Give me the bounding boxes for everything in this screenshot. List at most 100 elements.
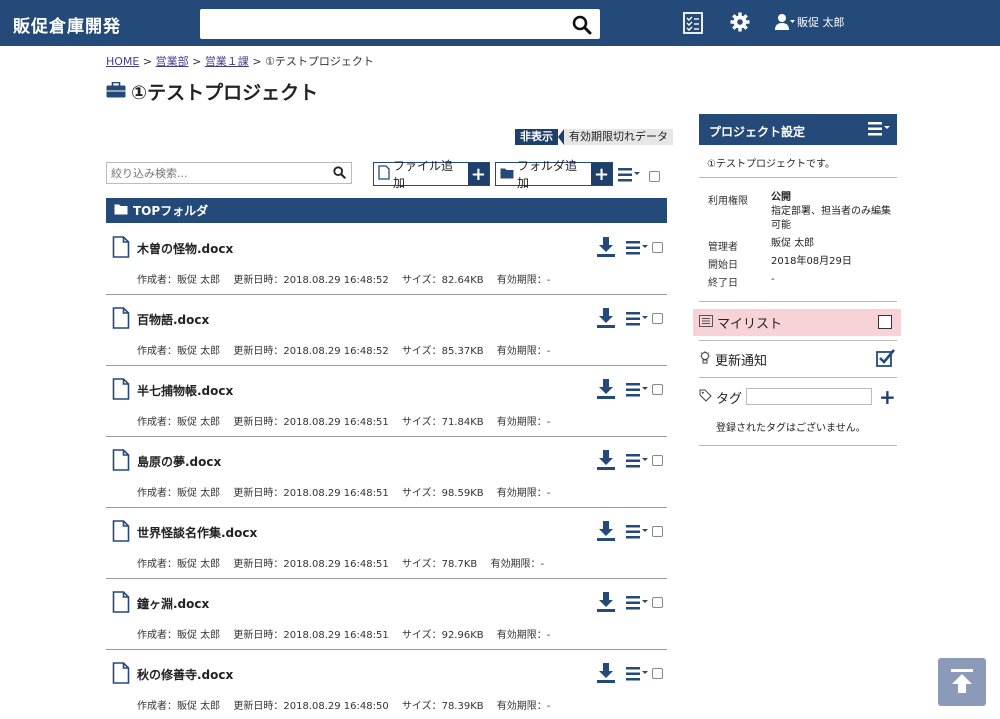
mylist-checkbox[interactable] [878,315,892,329]
breadcrumb-separator: > [192,55,202,68]
end-date-key: 終了日 [708,278,738,289]
download-icon[interactable] [597,308,615,331]
permission-value: 公開 [771,192,791,203]
file-meta: 作成者：販促 太郎 更新日時：2018.08.29 16:48:51 サイズ：9… [137,488,551,499]
user-name[interactable]: 販促 太郎 [797,14,845,30]
tag-empty-message: 登録されたタグはございません。 [716,423,866,434]
file-select-checkbox[interactable] [652,668,663,679]
folder-icon [500,167,514,182]
file-meta: 作成者：販促 太郎 更新日時：2018.08.29 16:48:51 サイズ：7… [137,559,545,570]
file-name[interactable]: 島原の夢.docx [137,453,221,470]
notify-label: 更新通知 [715,354,768,369]
download-icon[interactable] [597,450,615,473]
file-menu-icon[interactable] [626,454,648,471]
file-name[interactable]: 百物語.docx [137,311,209,328]
mylist-label: マイリスト [717,317,783,332]
project-description: ①テストプロジェクトです。 [707,159,835,170]
file-menu-icon[interactable] [626,596,648,613]
tag-row: タグ [699,388,742,407]
folder-name: TOPフォルダ [133,204,209,218]
file-name[interactable]: 半七捕物帳.docx [137,382,233,399]
download-icon[interactable] [597,521,615,544]
file-icon [112,662,130,687]
breadcrumb: HOME > 営業部 > 営業１課 > ①テストプロジェクト [106,53,374,69]
expired-data-label: 有効期限切れデータ [564,129,673,145]
file-icon [112,307,130,332]
file-select-checkbox[interactable] [652,597,663,608]
file-name[interactable]: 木曽の怪物.docx [137,240,233,257]
arrow-up-icon [951,668,973,696]
add-file-label: ファイル追加 [393,159,454,190]
gear-icon[interactable] [730,12,750,35]
search-icon[interactable] [333,166,346,182]
file-name[interactable]: 秋の修善寺.docx [137,666,233,683]
end-date-value: - [771,274,775,285]
divider [699,301,897,302]
download-icon[interactable] [597,379,615,402]
breadcrumb-separator: > [142,55,153,68]
folder-icon [114,203,128,218]
tag-icon [699,389,712,406]
search-icon[interactable] [572,15,592,38]
select-all-checkbox[interactable] [649,171,660,182]
admin-value: 販促 太郎 [771,238,815,249]
start-date-key: 開始日 [708,260,738,271]
tag-input-box [746,388,872,405]
file-select-checkbox[interactable] [652,455,663,466]
plus-icon[interactable]: + [467,163,489,185]
file-menu-icon[interactable] [626,383,648,400]
top-bar: 販促倉庫開発 販促 太郎 [0,0,1000,46]
mylist-row[interactable]: マイリスト [693,309,901,336]
file-icon [112,378,130,403]
notify-row: 更新通知 [699,350,767,369]
file-select-checkbox[interactable] [652,384,663,395]
file-select-checkbox[interactable] [652,313,663,324]
file-name[interactable]: 鐘ヶ淵.docx [137,595,209,612]
tag-input[interactable] [747,389,867,404]
list-icon [699,314,713,331]
settings-menu-icon[interactable] [868,122,890,139]
plus-icon[interactable]: + [591,163,612,185]
file-icon [112,591,130,616]
file-meta: 作成者：販促 太郎 更新日時：2018.08.29 16:48:51 サイズ：9… [137,630,551,641]
file-row: 島原の夢.docx 作成者：販促 太郎 更新日時：2018.08.29 16:4… [106,437,667,508]
file-menu-icon[interactable] [626,525,648,542]
global-search-input[interactable] [206,10,566,38]
file-icon [378,165,390,183]
file-row: 半七捕物帳.docx 作成者：販促 太郎 更新日時：2018.08.29 16:… [106,366,667,437]
back-to-top-button[interactable] [938,658,986,706]
download-icon[interactable] [597,592,615,615]
admin-key: 管理者 [708,242,738,253]
file-menu-icon[interactable] [626,667,648,684]
tag-label: タグ [716,392,743,407]
breadcrumb-home[interactable]: HOME [106,55,139,68]
file-row: 木曽の怪物.docx 作成者：販促 太郎 更新日時：2018.08.29 16:… [106,224,667,295]
add-folder-button[interactable]: フォルダ追加 + [495,159,613,190]
divider [699,340,897,341]
breadcrumb-sales-dept[interactable]: 営業部 [156,55,189,68]
file-row: 百物語.docx 作成者：販促 太郎 更新日時：2018.08.29 16:48… [106,295,667,366]
file-select-checkbox[interactable] [652,242,663,253]
file-meta: 作成者：販促 太郎 更新日時：2018.08.29 16:48:52 サイズ：8… [137,275,551,286]
file-row: 世界怪談名作集.docx 作成者：販促 太郎 更新日時：2018.08.29 1… [106,508,667,579]
notify-checkbox-checked[interactable] [876,349,896,370]
breadcrumb-current: ①テストプロジェクト [265,55,374,68]
list-menu-icon[interactable] [618,168,640,185]
add-tag-icon[interactable]: + [879,387,896,407]
hide-expired-button[interactable]: 非表示 [515,129,558,145]
divider [699,377,897,378]
file-menu-icon[interactable] [626,312,648,329]
filter-search-input[interactable] [107,163,317,183]
breadcrumb-sales-section[interactable]: 営業１課 [205,55,249,68]
folder-header[interactable]: TOPフォルダ [106,198,667,223]
permission-key: 利用権限 [708,196,748,207]
add-file-button[interactable]: ファイル追加 + [373,159,490,190]
file-menu-icon[interactable] [626,241,648,258]
download-icon[interactable] [597,663,615,686]
user-icon[interactable] [775,13,795,34]
app-title[interactable]: 販促倉庫開発 [13,12,121,37]
download-icon[interactable] [597,237,615,260]
file-name[interactable]: 世界怪談名作集.docx [137,524,257,541]
file-select-checkbox[interactable] [652,526,663,537]
checklist-icon[interactable] [683,12,703,37]
